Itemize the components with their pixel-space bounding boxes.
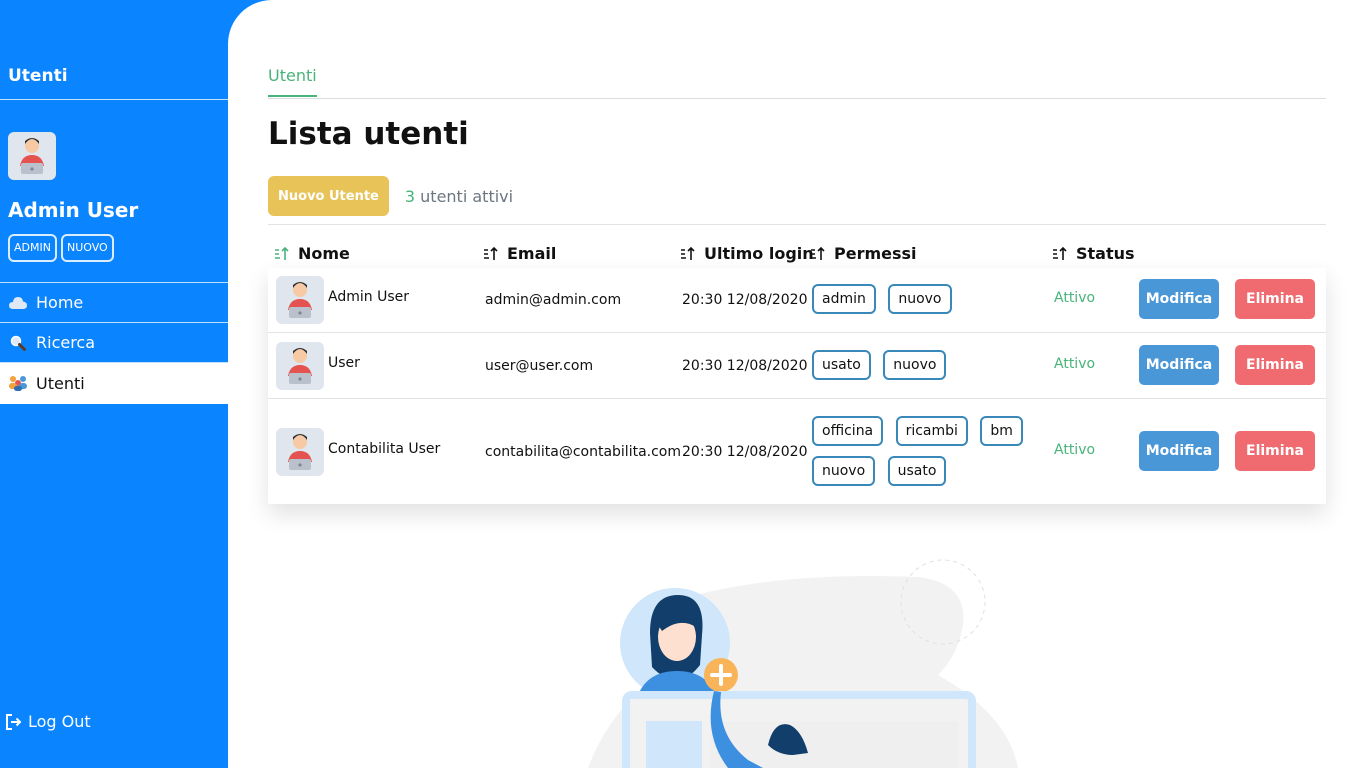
permission-tag: officina xyxy=(812,416,884,446)
main-panel: Utenti Lista utenti Nuovo Utente 3 utent… xyxy=(228,0,1366,768)
avatar xyxy=(276,276,324,324)
sidebar-nav: Home Ricerca Utenti xyxy=(0,283,228,404)
permissions: officina ricambi bm nuovo usato xyxy=(812,416,1042,486)
tab-utenti[interactable]: Utenti xyxy=(268,66,317,97)
sidebar-item-label: Home xyxy=(36,293,84,312)
header-ultimo-login[interactable]: Ultimo login xyxy=(680,244,814,263)
table-row: User user@user.com 20:30 12/08/2020 usat… xyxy=(268,333,1326,399)
user-email: admin@admin.com xyxy=(485,292,622,308)
sidebar: Utenti Admin User ADMIN NUOVO Home Ricer… xyxy=(0,0,228,768)
new-user-button[interactable]: Nuovo Utente xyxy=(268,176,389,216)
avatar xyxy=(8,132,56,180)
header-label: Ultimo login xyxy=(704,244,814,263)
header-label: Email xyxy=(507,244,557,263)
users-table: Nome Email Ultimo login Permessi Status xyxy=(268,238,1326,504)
user-name: Contabilita User xyxy=(328,441,441,457)
page-title: Lista utenti xyxy=(268,116,469,152)
user-name: User xyxy=(328,355,360,371)
toolbar-divider xyxy=(268,224,1326,225)
users-icon xyxy=(8,374,28,392)
add-user-illustration xyxy=(588,555,1028,768)
role-badge-nuovo: NUOVO xyxy=(60,234,114,262)
status-label: Attivo xyxy=(1054,442,1096,458)
permission-tag: nuovo xyxy=(812,456,876,486)
last-login: 20:30 12/08/2020 xyxy=(682,292,808,308)
header-permessi[interactable]: Permessi xyxy=(810,244,917,263)
header-status[interactable]: Status xyxy=(1052,244,1135,263)
table-body: Admin User admin@admin.com 20:30 12/08/2… xyxy=(268,268,1326,504)
permission-tag: nuovo xyxy=(888,284,952,314)
table-row: Admin User admin@admin.com 20:30 12/08/2… xyxy=(268,268,1326,333)
sort-icon xyxy=(275,246,289,260)
sort-icon xyxy=(1053,246,1067,260)
delete-button[interactable]: Elimina xyxy=(1235,345,1315,385)
delete-button[interactable]: Elimina xyxy=(1235,279,1315,319)
logout-label: Log Out xyxy=(28,712,91,731)
cloud-icon xyxy=(8,294,28,312)
permission-tag: ricambi xyxy=(895,416,968,446)
table-row: Contabilita User contabilita@contabilita… xyxy=(268,399,1326,504)
header-label: Permessi xyxy=(834,244,917,263)
sort-icon xyxy=(811,246,825,260)
status-label: Attivo xyxy=(1054,290,1096,306)
permission-tag: usato xyxy=(812,350,871,380)
last-login: 20:30 12/08/2020 xyxy=(682,358,808,374)
sort-icon xyxy=(484,246,498,260)
search-icon xyxy=(8,334,28,352)
toolbar: Nuovo Utente 3 utenti attivi xyxy=(268,176,513,216)
last-login: 20:30 12/08/2020 xyxy=(682,444,808,460)
table-header: Nome Email Ultimo login Permessi Status xyxy=(268,238,1326,268)
sidebar-item-utenti[interactable]: Utenti xyxy=(0,363,228,404)
permission-tag: bm xyxy=(980,416,1023,446)
user-email: contabilita@contabilita.com xyxy=(485,444,682,460)
header-label: Nome xyxy=(298,244,350,263)
edit-button[interactable]: Modifica xyxy=(1139,345,1219,385)
sidebar-item-home[interactable]: Home xyxy=(0,283,228,323)
sidebar-title: Utenti xyxy=(8,66,68,86)
sidebar-user-name: Admin User xyxy=(8,198,139,222)
sort-icon xyxy=(681,246,695,260)
edit-button[interactable]: Modifica xyxy=(1139,279,1219,319)
active-users-count: 3 utenti attivi xyxy=(405,187,513,206)
active-count-number: 3 xyxy=(404,186,416,206)
permissions: admin nuovo xyxy=(812,284,960,314)
delete-button[interactable]: Elimina xyxy=(1235,431,1315,471)
edit-button[interactable]: Modifica xyxy=(1139,431,1219,471)
avatar xyxy=(276,428,324,476)
logout-link[interactable]: Log Out xyxy=(4,712,91,731)
logout-icon xyxy=(4,713,22,731)
permission-tag: nuovo xyxy=(883,350,947,380)
role-badge-admin: ADMIN xyxy=(8,234,57,262)
status-label: Attivo xyxy=(1054,356,1096,372)
tab-bar: Utenti xyxy=(268,62,1326,99)
sidebar-item-label: Ricerca xyxy=(36,333,96,352)
sidebar-item-label: Utenti xyxy=(36,373,85,393)
sidebar-divider xyxy=(0,99,228,100)
permission-tag: admin xyxy=(812,284,876,314)
permission-tag: usato xyxy=(887,456,947,486)
active-count-label: utenti attivi xyxy=(420,186,514,206)
sidebar-badges: ADMIN NUOVO xyxy=(8,234,114,262)
user-email: user@user.com xyxy=(485,358,594,374)
user-name: Admin User xyxy=(328,289,409,305)
header-label: Status xyxy=(1076,244,1135,263)
permissions: usato nuovo xyxy=(812,350,954,380)
sidebar-item-ricerca[interactable]: Ricerca xyxy=(0,323,228,363)
header-email[interactable]: Email xyxy=(483,244,556,263)
avatar xyxy=(276,342,324,390)
header-nome[interactable]: Nome xyxy=(274,244,350,263)
